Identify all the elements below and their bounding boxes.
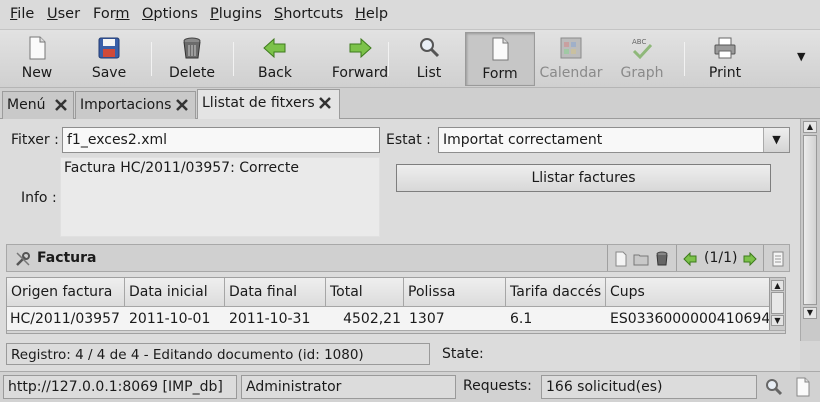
pager-count: (1/1) [704, 250, 738, 266]
toolbar-separator [388, 42, 389, 76]
magnifier-icon [420, 38, 440, 58]
form-scrollbar[interactable]: ▲ ▼ [800, 119, 820, 341]
svg-text:ABC: ABC [632, 38, 646, 46]
form-document-icon [492, 37, 509, 61]
subbar-divider [607, 245, 608, 271]
menu-bar: File User Form Options Plugins Shortcuts… [0, 0, 820, 30]
current-user: Administrator [241, 375, 456, 399]
tab-menu[interactable]: Menú [2, 91, 74, 119]
scroll-thumb[interactable] [803, 135, 817, 305]
table-cell: ES0336000000410694 [610, 311, 770, 327]
fitxer-label: Fitxer : [11, 132, 59, 148]
fitxer-field[interactable]: f1_exces2.xml [62, 127, 380, 153]
estat-select[interactable]: Importat correctament ▼ [438, 127, 790, 153]
subform-title: Factura [37, 250, 97, 266]
info-text[interactable]: Factura HC/2011/03957: Correcte [60, 157, 380, 237]
scroll-up-icon[interactable]: ▲ [803, 121, 817, 133]
close-tab-icon[interactable] [318, 96, 332, 110]
table-cell: 2011-10-31 [229, 311, 311, 327]
close-tab-icon[interactable] [54, 98, 68, 112]
factura-subform-header: Factura (1/1) [6, 244, 790, 272]
column-header[interactable]: Data inicial [125, 278, 225, 307]
scroll-up-icon[interactable]: ▲ [771, 280, 784, 291]
list-view-button[interactable]: List [396, 32, 462, 86]
menu-user[interactable]: User [47, 6, 80, 22]
graph-view-button[interactable]: ABC Graph [607, 32, 677, 86]
scroll-down-icon[interactable]: ▼ [803, 307, 817, 319]
menu-file[interactable]: File [10, 6, 34, 22]
toolbar-separator [233, 42, 234, 76]
new-button[interactable]: New [2, 32, 72, 86]
table-cell: 1307 [409, 311, 445, 327]
new-record-icon[interactable] [614, 251, 628, 267]
column-header[interactable]: Tarifa daccés [506, 278, 606, 307]
table-hscrollbar[interactable] [7, 330, 785, 333]
scroll-thumb[interactable] [771, 292, 784, 314]
tab-llistat-de-fitxers[interactable]: Llistat de fitxers [197, 89, 340, 120]
previous-record-icon[interactable] [683, 252, 697, 266]
scroll-down-icon[interactable]: ▼ [771, 315, 784, 326]
toolbar-separator [684, 42, 685, 76]
print-button[interactable]: Print [690, 32, 760, 86]
column-header[interactable]: Data final [225, 278, 326, 307]
menu-shortcuts[interactable]: Shortcuts [274, 6, 343, 22]
info-label: Info : [21, 190, 57, 206]
next-record-icon[interactable] [743, 252, 757, 266]
column-header[interactable]: Cups [606, 278, 776, 307]
toolbar: New Save Delete Back Forward List Form C… [0, 30, 820, 88]
close-tab-icon[interactable] [175, 98, 189, 112]
server-url: http://127.0.0.1:8069 [IMP_db] [3, 375, 237, 399]
subbar-divider [676, 245, 677, 271]
table-cell: 2011-10-01 [129, 311, 211, 327]
table-cell: 6.1 [510, 311, 533, 327]
calendar-icon [560, 37, 582, 59]
switch-view-icon[interactable] [771, 251, 785, 267]
tools-icon [16, 252, 30, 266]
printer-icon [714, 37, 736, 59]
state-label: State: [442, 346, 484, 362]
table-cell: 4502,21 [343, 311, 401, 327]
tab-importacions[interactable]: Importacions [75, 91, 196, 119]
menu-options[interactable]: Options [142, 6, 198, 22]
graph-spellcheck-icon: ABC [632, 38, 653, 60]
toolbar-overflow-arrow-icon[interactable]: ▼ [797, 50, 805, 63]
delete-record-icon[interactable] [655, 250, 669, 267]
estat-label: Estat : [386, 132, 431, 148]
floppy-disk-icon [98, 37, 120, 59]
menu-form[interactable]: Form [93, 6, 130, 22]
save-button[interactable]: Save [74, 32, 144, 86]
requests-label: Requests: [463, 378, 532, 394]
form-view-button[interactable]: Form [465, 32, 535, 86]
record-status: Registro: 4 / 4 de 4 - Editando document… [6, 343, 430, 365]
requests-count: 166 solicitud(es) [541, 375, 757, 399]
tab-strip: Menú Importacions Llistat de fitxers [0, 88, 820, 120]
search-icon[interactable] [765, 378, 783, 396]
subbar-divider [763, 245, 764, 271]
calendar-view-button[interactable]: Calendar [536, 32, 606, 86]
forward-button[interactable]: Forward [312, 32, 408, 86]
factura-table: Origen factura Data inicial Data final T… [6, 277, 786, 334]
arrow-right-icon [349, 37, 372, 59]
table-cell: HC/2011/03957 [10, 311, 120, 327]
column-header[interactable]: Polissa [404, 278, 506, 307]
back-button[interactable]: Back [240, 32, 310, 86]
llistar-factures-button[interactable]: Llistar factures [396, 164, 771, 192]
open-folder-icon[interactable] [633, 251, 650, 267]
column-header[interactable]: Total [326, 278, 404, 307]
dropdown-arrow-icon[interactable]: ▼ [763, 128, 789, 152]
toolbar-separator [151, 42, 152, 76]
document-icon[interactable] [795, 377, 811, 397]
trash-can-icon [183, 37, 201, 59]
delete-button[interactable]: Delete [157, 32, 227, 86]
menu-plugins[interactable]: Plugins [210, 6, 262, 22]
column-header[interactable]: Origen factura [7, 278, 125, 307]
table-vscrollbar[interactable]: ▲ ▼ [769, 278, 785, 330]
menu-help[interactable]: Help [355, 6, 388, 22]
new-document-icon [29, 36, 46, 60]
arrow-left-icon [263, 37, 286, 59]
